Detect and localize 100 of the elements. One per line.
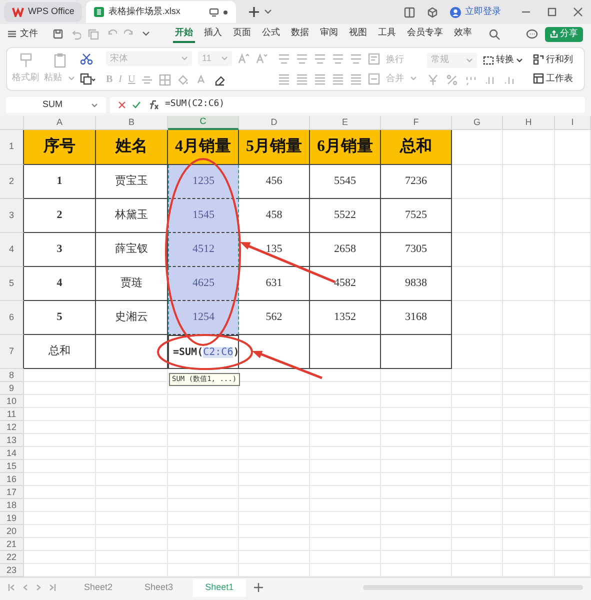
function-icon[interactable] [147, 100, 159, 110]
dot-icon[interactable] [223, 10, 228, 14]
caret-down-icon[interactable] [264, 9, 272, 15]
sheet-tab[interactable]: Sheet2 [72, 578, 125, 596]
outdent-icon[interactable] [350, 53, 362, 66]
row-header[interactable]: 7 [0, 335, 24, 369]
chat-icon[interactable] [526, 29, 538, 39]
row-header[interactable]: 9 [0, 382, 24, 395]
row-header[interactable]: 4 [0, 233, 24, 267]
row-header[interactable]: 5 [0, 267, 24, 301]
fill-bucket-icon[interactable] [177, 74, 190, 86]
ribbon-tab[interactable]: 效率 [452, 25, 474, 43]
align-bottom-icon[interactable] [314, 53, 326, 66]
copy-icon[interactable] [88, 28, 99, 40]
column-header[interactable]: B [96, 116, 168, 130]
align-left-icon[interactable] [278, 72, 290, 85]
last-sheet-icon[interactable] [49, 584, 56, 591]
ribbon-tab[interactable]: 开始 [173, 25, 195, 43]
plus-icon[interactable] [248, 6, 260, 18]
rows-columns-button[interactable]: 行和列 [533, 52, 573, 66]
column-header[interactable]: D [239, 116, 310, 130]
row-header[interactable]: 23 [0, 564, 24, 577]
app-tab[interactable]: WPS Office [4, 2, 82, 22]
increase-font-icon[interactable] [238, 52, 250, 64]
login-link[interactable]: 立即登录 [465, 5, 501, 19]
monitor-icon[interactable] [209, 8, 220, 16]
row-header[interactable]: 22 [0, 551, 24, 564]
ribbon-tab[interactable]: 会员专享 [405, 25, 445, 43]
align-right-icon[interactable] [314, 72, 326, 85]
row-header[interactable]: 19 [0, 512, 24, 525]
row-header[interactable]: 10 [0, 395, 24, 408]
row-header[interactable]: 1 [0, 130, 24, 165]
ribbon-tab[interactable]: 页面 [231, 25, 253, 43]
row-header[interactable]: 21 [0, 538, 24, 551]
row-header[interactable]: 14 [0, 447, 24, 460]
font-color-icon[interactable] [195, 74, 208, 86]
row-header[interactable]: 3 [0, 199, 24, 233]
ribbon-tab[interactable]: 数据 [289, 25, 311, 43]
panel-icon[interactable] [404, 6, 415, 18]
row-header[interactable]: 17 [0, 486, 24, 499]
maximize-icon[interactable] [547, 7, 557, 17]
confirm-icon[interactable] [132, 101, 141, 109]
brush-icon[interactable] [18, 53, 34, 68]
wrap-text-icon[interactable] [368, 53, 380, 66]
next-sheet-icon[interactable] [36, 584, 41, 591]
scissors-icon[interactable] [80, 53, 93, 65]
file-menu[interactable]: 文件 [8, 27, 38, 41]
sheet-tab[interactable]: Sheet1 [193, 578, 246, 596]
caret-down-icon[interactable] [142, 31, 150, 37]
ribbon-tab[interactable]: 工具 [376, 25, 398, 43]
row-header[interactable]: 16 [0, 473, 24, 486]
column-header[interactable]: C [168, 116, 239, 130]
horizontal-scrollbar[interactable] [363, 585, 583, 590]
align-middle-icon[interactable] [296, 53, 308, 66]
worksheet-button[interactable]: 工作表 [533, 72, 573, 86]
eraser-icon[interactable] [213, 74, 228, 86]
justify-icon[interactable] [332, 72, 344, 85]
row-header[interactable]: 13 [0, 434, 24, 447]
ribbon-tab[interactable]: 公式 [260, 25, 282, 43]
user-avatar-icon[interactable] [450, 6, 461, 18]
add-sheet-icon[interactable] [254, 583, 263, 592]
search-icon[interactable] [489, 28, 500, 40]
name-box[interactable]: SUM [6, 97, 106, 113]
cancel-icon[interactable] [118, 101, 126, 109]
share-button[interactable]: 分享 [545, 26, 583, 42]
ribbon-tab[interactable]: 视图 [347, 25, 369, 43]
row-header[interactable]: 2 [0, 165, 24, 199]
first-sheet-icon[interactable] [8, 584, 15, 591]
cube-icon[interactable] [427, 6, 438, 18]
column-header[interactable]: E [310, 116, 381, 130]
column-header[interactable]: H [503, 116, 555, 130]
strikethrough-icon[interactable] [141, 74, 154, 86]
convert-button[interactable]: 转换 [483, 53, 523, 67]
save-icon[interactable] [53, 29, 63, 39]
app-tab[interactable]: 表格操作场景.xlsx [86, 1, 236, 23]
border-icon[interactable] [159, 74, 172, 86]
distribute-icon[interactable] [350, 72, 362, 85]
column-header[interactable]: F [381, 116, 452, 130]
copy-format-icon[interactable] [80, 73, 96, 85]
close-icon[interactable] [573, 7, 583, 17]
row-header[interactable]: 15 [0, 460, 24, 473]
formula-input[interactable]: =SUM(C2:C6) [165, 98, 225, 112]
select-all-corner[interactable] [0, 116, 24, 130]
row-header[interactable]: 12 [0, 421, 24, 434]
ribbon-tab[interactable]: 插入 [202, 25, 224, 43]
column-header[interactable]: G [452, 116, 503, 130]
currency-icon[interactable] [427, 74, 439, 86]
undo-icon[interactable] [70, 28, 81, 40]
percent-icon[interactable] [446, 74, 458, 86]
row-header[interactable]: 11 [0, 408, 24, 421]
align-top-icon[interactable] [278, 53, 290, 66]
sheet-tab[interactable]: Sheet3 [132, 578, 186, 596]
merge-cells-icon[interactable] [368, 72, 380, 85]
row-header[interactable]: 8 [0, 369, 24, 382]
align-center-icon[interactable] [296, 72, 308, 85]
row-header[interactable]: 20 [0, 525, 24, 538]
column-header[interactable]: I [555, 116, 591, 130]
clipboard-icon[interactable] [52, 53, 66, 68]
indent-icon[interactable] [332, 53, 344, 66]
ribbon-tab[interactable]: 审阅 [318, 25, 340, 43]
